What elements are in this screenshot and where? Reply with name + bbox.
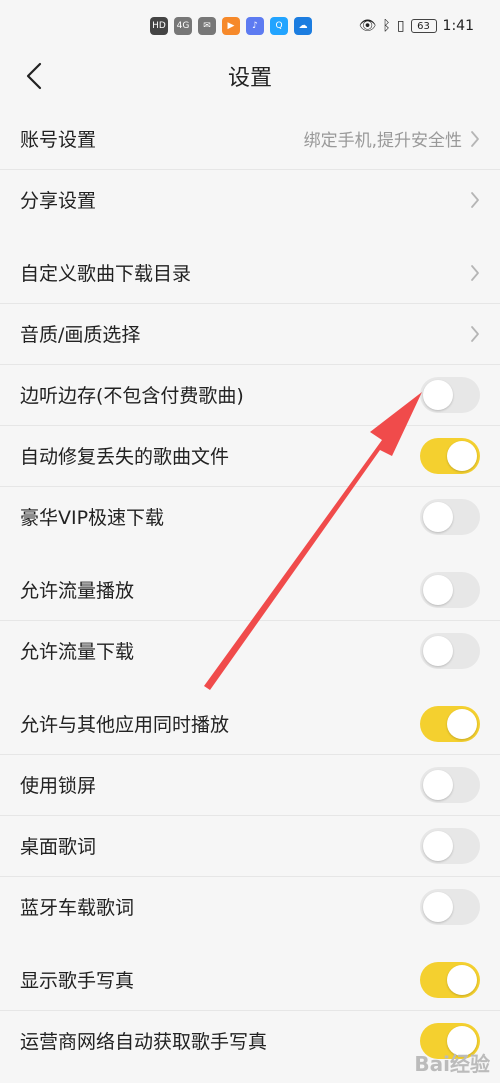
settings-row[interactable]: 豪华VIP极速下载 <box>0 486 500 547</box>
settings-section: 账号设置 绑定手机,提升安全性分享设置 <box>0 108 500 230</box>
row-label: 分享设置 <box>20 190 97 212</box>
row-control: 绑定手机,提升安全性 <box>304 126 480 151</box>
row-control <box>420 437 480 474</box>
status-icons-right: 👁 ᛒ ▯ 63 1:41 <box>359 18 474 34</box>
hd-icon: HD <box>150 17 168 35</box>
status-icons-left: HD 4G ✉ ▶ ♪ Q ☁ <box>150 17 312 35</box>
settings-row[interactable]: 桌面歌词 <box>0 815 500 876</box>
row-label: 边听边存(不包含付费歌曲) <box>20 385 244 407</box>
vibrate-icon: ▯ <box>396 18 405 34</box>
row-label: 允许流量下载 <box>20 641 135 663</box>
settings-row[interactable]: 允许与其他应用同时播放 <box>0 693 500 754</box>
row-hint: 绑定手机,提升安全性 <box>303 131 462 151</box>
row-control <box>420 705 480 742</box>
toggle-switch[interactable] <box>420 376 480 413</box>
settings-row[interactable]: 账号设置 绑定手机,提升安全性 <box>0 108 500 169</box>
settings-section: 自定义歌曲下载目录 音质/画质选择边听边存(不包含付费歌曲) 自动修复丢失的歌曲文件… <box>0 242 500 547</box>
network-icon: 4G <box>174 17 192 35</box>
settings-row[interactable]: 允许流量下载 <box>0 620 500 681</box>
page-title: 设置 <box>227 66 272 91</box>
status-bar: HD 4G ✉ ▶ ♪ Q ☁ 👁 ᛒ ▯ 63 1:41 <box>0 0 500 52</box>
bluetooth-icon: ᛒ <box>382 18 391 34</box>
row-label: 音质/画质选择 <box>20 324 141 346</box>
row-control <box>420 632 480 669</box>
music-app-icon: ♪ <box>246 17 264 35</box>
search-app-icon: Q <box>270 17 288 35</box>
row-control <box>420 571 480 608</box>
row-control <box>470 264 480 282</box>
toggle-switch[interactable] <box>420 827 480 864</box>
row-label: 账号设置 <box>20 129 97 151</box>
row-control <box>420 498 480 535</box>
top-bar: 设置 <box>0 52 500 100</box>
toggle-switch[interactable] <box>420 888 480 925</box>
settings-row[interactable]: 自动修复丢失的歌曲文件 <box>0 425 500 486</box>
row-control <box>420 376 480 413</box>
row-control <box>420 827 480 864</box>
settings-row[interactable]: 分享设置 <box>0 169 500 230</box>
settings-section: 允许流量播放 允许流量下载 <box>0 559 500 681</box>
row-label: 自定义歌曲下载目录 <box>20 263 192 285</box>
toggle-switch[interactable] <box>420 571 480 608</box>
chevron-left-icon <box>26 62 42 90</box>
row-control <box>470 325 480 343</box>
settings-row[interactable]: 使用锁屏 <box>0 754 500 815</box>
toggle-switch[interactable] <box>420 498 480 535</box>
toggle-switch[interactable] <box>420 705 480 742</box>
toggle-switch[interactable] <box>420 437 480 474</box>
row-label: 桌面歌词 <box>20 836 97 858</box>
toggle-switch[interactable] <box>420 632 480 669</box>
chevron-right-icon <box>470 130 480 148</box>
battery-icon: 63 <box>410 19 437 33</box>
settings-row[interactable]: 自定义歌曲下载目录 <box>0 242 500 303</box>
row-control <box>420 961 480 998</box>
clock: 1:41 <box>442 18 474 34</box>
row-label: 自动修复丢失的歌曲文件 <box>20 446 230 468</box>
settings-list: 账号设置 绑定手机,提升安全性分享设置自定义歌曲下载目录 音质/画质选择边听边存(不… <box>0 108 500 1071</box>
row-label: 使用锁屏 <box>20 775 97 797</box>
settings-row[interactable]: 允许流量播放 <box>0 559 500 620</box>
back-button[interactable] <box>14 56 54 96</box>
settings-row[interactable]: 蓝牙车载歌词 <box>0 876 500 937</box>
settings-row[interactable]: 音质/画质选择 <box>0 303 500 364</box>
row-label: 蓝牙车载歌词 <box>20 897 135 919</box>
chevron-right-icon <box>470 191 480 209</box>
message-icon: ✉ <box>198 17 216 35</box>
toggle-switch[interactable] <box>420 766 480 803</box>
cloud-app-icon: ☁ <box>294 17 312 35</box>
row-control <box>420 766 480 803</box>
video-app-icon: ▶ <box>222 17 240 35</box>
chevron-right-icon <box>470 325 480 343</box>
settings-row[interactable]: 边听边存(不包含付费歌曲) <box>0 364 500 425</box>
eye-icon: 👁 <box>358 18 377 34</box>
row-control <box>420 888 480 925</box>
row-label: 运营商网络自动获取歌手写真 <box>20 1031 268 1053</box>
toggle-switch[interactable] <box>420 961 480 998</box>
settings-row[interactable]: 显示歌手写真 <box>0 949 500 1010</box>
settings-section: 允许与其他应用同时播放 使用锁屏桌面歌词蓝牙车载歌词 <box>0 693 500 937</box>
watermark: Bai经验 <box>414 1052 490 1076</box>
row-label: 豪华VIP极速下载 <box>20 507 165 529</box>
row-label: 允许与其他应用同时播放 <box>20 714 230 736</box>
chevron-right-icon <box>470 264 480 282</box>
row-label: 允许流量播放 <box>20 580 135 602</box>
row-label: 显示歌手写真 <box>20 970 135 992</box>
row-control <box>470 191 480 209</box>
